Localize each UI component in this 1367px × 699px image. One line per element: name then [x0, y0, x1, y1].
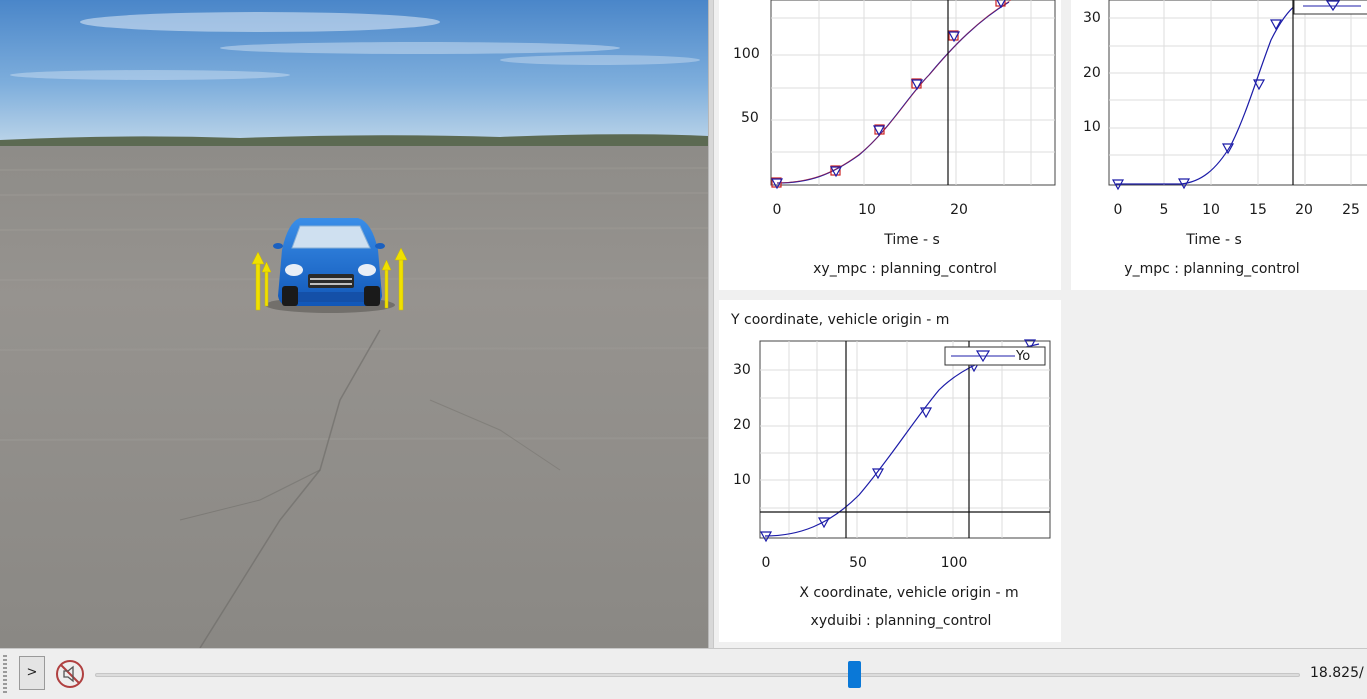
scene-render [0, 0, 708, 648]
xtick: 0 [1113, 202, 1123, 218]
plot-panel-xy-mpc[interactable]: 100 50 0 10 20 Time - s xy_mpc : plannin… [719, 0, 1061, 290]
xtick: 25 [1342, 202, 1360, 218]
ytick: 50 [741, 110, 759, 126]
ytick: 20 [1083, 65, 1101, 81]
x-axis-label: X coordinate, vehicle origin - m [799, 585, 1019, 601]
xtick: 10 [858, 202, 876, 218]
toolbar-grip[interactable] [3, 655, 7, 693]
ytick: 30 [733, 362, 751, 378]
plot-panel-y-mpc[interactable]: 30 20 10 0 5 10 15 20 25 Time - s y_mpc … [1071, 0, 1367, 290]
ytick: 100 [733, 46, 760, 62]
plot-caption: xyduibi : planning_control [810, 613, 992, 629]
plot-title: Y coordinate, vehicle origin - m [731, 312, 950, 328]
xtick: 0 [761, 555, 771, 571]
time-readout: 18.825/ [1310, 665, 1364, 681]
timeline-slider-thumb[interactable] [848, 661, 862, 688]
ytick: 10 [733, 472, 751, 488]
x-axis-label: Time - s [884, 232, 940, 248]
plot-panel-xyduibi[interactable]: Y coordinate, vehicle origin - m Yo 30 2… [719, 300, 1061, 642]
xtick: 0 [772, 202, 782, 218]
xtick: 5 [1159, 202, 1169, 218]
xtick: 20 [1295, 202, 1313, 218]
xtick: 15 [1249, 202, 1267, 218]
xtick: 50 [849, 555, 867, 571]
ytick: 30 [1083, 10, 1101, 26]
x-axis-label: Time - s [1186, 232, 1242, 248]
simulation-viewport[interactable] [0, 0, 708, 648]
ytick: 20 [733, 417, 751, 433]
play-button[interactable]: > [19, 656, 45, 690]
ytick: 10 [1083, 119, 1101, 135]
plot-caption: y_mpc : planning_control [1124, 261, 1300, 277]
timeline-slider-track[interactable] [95, 673, 1300, 677]
plot-caption: xy_mpc : planning_control [813, 261, 997, 277]
vehicle [273, 218, 385, 306]
xtick: 100 [940, 555, 968, 571]
mute-icon[interactable] [55, 659, 85, 689]
xtick: 10 [1202, 202, 1220, 218]
plots-area: 100 50 0 10 20 Time - s xy_mpc : plannin… [714, 0, 1367, 648]
xtick: 20 [950, 202, 968, 218]
legend-label: Yo [1016, 349, 1031, 364]
